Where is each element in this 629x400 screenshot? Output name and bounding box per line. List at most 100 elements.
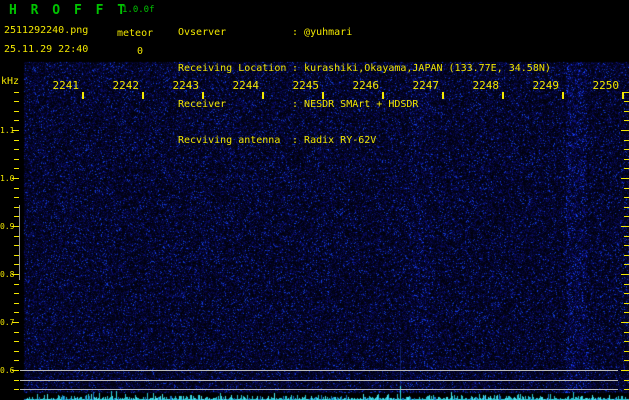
y-tick-mark-minor-left (14, 197, 19, 198)
y-tick-mark-minor-left (14, 168, 19, 169)
y-tick-mark-major-right (621, 274, 629, 275)
x-tick-mark (262, 92, 264, 99)
reference-line (20, 370, 618, 371)
y-tick-mark-minor-right (624, 197, 629, 198)
y-tick-mark-minor-left (14, 389, 19, 390)
y-tick-mark-minor-left (14, 303, 19, 304)
y-tick-mark-minor-left (14, 332, 19, 333)
info-row: Ovserver: @yuhmari (178, 27, 551, 39)
x-tick-label: 2250 (592, 79, 620, 92)
x-tick-mark (442, 92, 444, 99)
y-tick-mark-minor-left (14, 140, 19, 141)
info-value: NESDR SMArt + HDSDR (304, 99, 419, 110)
y-tick-mark-minor-left (14, 92, 19, 93)
y-tick-mark-major-left (12, 178, 19, 179)
y-tick-mark-major-right (621, 322, 629, 323)
info-separator: : (292, 135, 305, 146)
y-tick-mark-minor-left (14, 101, 19, 102)
y-tick-mark-minor-left (14, 159, 19, 160)
reference-line (20, 389, 618, 390)
y-tick-mark-minor-left (14, 312, 19, 313)
info-label: Receiver (178, 99, 227, 110)
y-tick-mark-minor-left (14, 284, 19, 285)
x-tick-label: 2249 (532, 79, 560, 92)
y-tick-mark-minor-right (624, 255, 629, 256)
info-label: Recviving antenna (178, 135, 281, 146)
left-scale-bar (19, 205, 20, 280)
info-row: Receiver: NESDR SMArt + HDSDR (178, 99, 551, 111)
output-filename: 2511292240.png (4, 25, 89, 36)
y-tick-mark-minor-right (624, 245, 629, 246)
x-tick-mark (322, 92, 324, 99)
app-version: 1.0.0f (122, 5, 155, 15)
y-tick-mark-major-right (621, 178, 629, 179)
info-row: Receiving Location: kurashiki,Okayama,JA… (178, 63, 551, 75)
y-tick-mark-major-right (621, 130, 629, 131)
y-tick-mark-major-left (12, 226, 19, 227)
y-tick-mark-minor-right (624, 351, 629, 352)
y-tick-mark-minor-right (624, 92, 629, 93)
x-tick-mark (622, 92, 624, 99)
y-tick-mark-minor-right (624, 236, 629, 237)
x-tick-mark (82, 92, 84, 99)
x-tick-label: 2241 (52, 79, 80, 92)
record-datetime: 25.11.29 22:40 (4, 44, 89, 55)
info-label: Ovserver (178, 27, 227, 38)
x-tick-label: 2242 (112, 79, 140, 92)
reference-line (20, 380, 618, 381)
y-tick-mark-minor-left (14, 341, 19, 342)
y-tick-mark-minor-right (624, 168, 629, 169)
info-value: kurashiki,Okayama,JAPAN (133.77E, 34.58N… (304, 63, 551, 74)
y-tick-mark-minor-left (14, 120, 19, 121)
info-separator: : (292, 27, 305, 38)
x-tick-label: 2245 (292, 79, 320, 92)
y-tick-mark-minor-right (624, 159, 629, 160)
y-tick-mark-minor-right (624, 389, 629, 390)
y-tick-mark-minor-right (624, 341, 629, 342)
x-tick-label: 2248 (472, 79, 500, 92)
hrofft-window: H R O F F T 1.0.0f 2511292240.png meteor… (0, 0, 629, 400)
y-tick-mark-minor-right (624, 284, 629, 285)
y-tick-mark-major-right (621, 226, 629, 227)
y-tick-mark-minor-left (14, 380, 19, 381)
y-tick-mark-minor-left (14, 149, 19, 150)
x-tick-mark (142, 92, 144, 99)
y-tick-mark-minor-right (624, 303, 629, 304)
x-tick-label: 2246 (352, 79, 380, 92)
y-tick-mark-minor-right (624, 293, 629, 294)
y-tick-mark-minor-right (624, 380, 629, 381)
y-tick-mark-major-left (12, 322, 19, 323)
frequency-axis-unit-label: kHz (1, 76, 20, 87)
info-separator: : (292, 99, 305, 110)
x-tick-mark (502, 92, 504, 99)
x-tick-mark (562, 92, 564, 99)
y-tick-mark-minor-left (14, 111, 19, 112)
y-tick-mark-minor-right (624, 332, 629, 333)
y-tick-mark-minor-right (624, 207, 629, 208)
y-tick-mark-minor-right (624, 101, 629, 102)
info-value: Radix RY-62V (304, 135, 377, 146)
y-tick-mark-minor-right (624, 188, 629, 189)
info-value: @yuhmari (304, 27, 353, 38)
info-row: Recviving antenna: Radix RY-62V (178, 135, 551, 147)
y-tick-mark-minor-left (14, 351, 19, 352)
y-tick-mark-minor-right (624, 120, 629, 121)
x-tick-label: 2247 (412, 79, 440, 92)
y-tick-mark-minor-left (14, 188, 19, 189)
y-tick-mark-minor-left (14, 360, 19, 361)
y-tick-mark-minor-right (624, 140, 629, 141)
x-tick-mark (202, 92, 204, 99)
y-tick-mark-minor-left (14, 293, 19, 294)
x-tick-label: 2243 (172, 79, 200, 92)
y-tick-mark-minor-right (624, 360, 629, 361)
info-label: Receiving Location (178, 63, 287, 74)
x-tick-label: 2244 (232, 79, 260, 92)
y-tick-mark-major-left (12, 274, 19, 275)
app-title: H R O F F T (9, 3, 129, 18)
y-tick-mark-minor-right (624, 264, 629, 265)
y-tick-mark-major-right (621, 370, 629, 371)
y-tick-mark-major-left (12, 370, 19, 371)
info-separator: : (292, 63, 305, 74)
meteor-count-value: 0 (137, 46, 144, 57)
y-tick-mark-major-left (12, 130, 19, 131)
